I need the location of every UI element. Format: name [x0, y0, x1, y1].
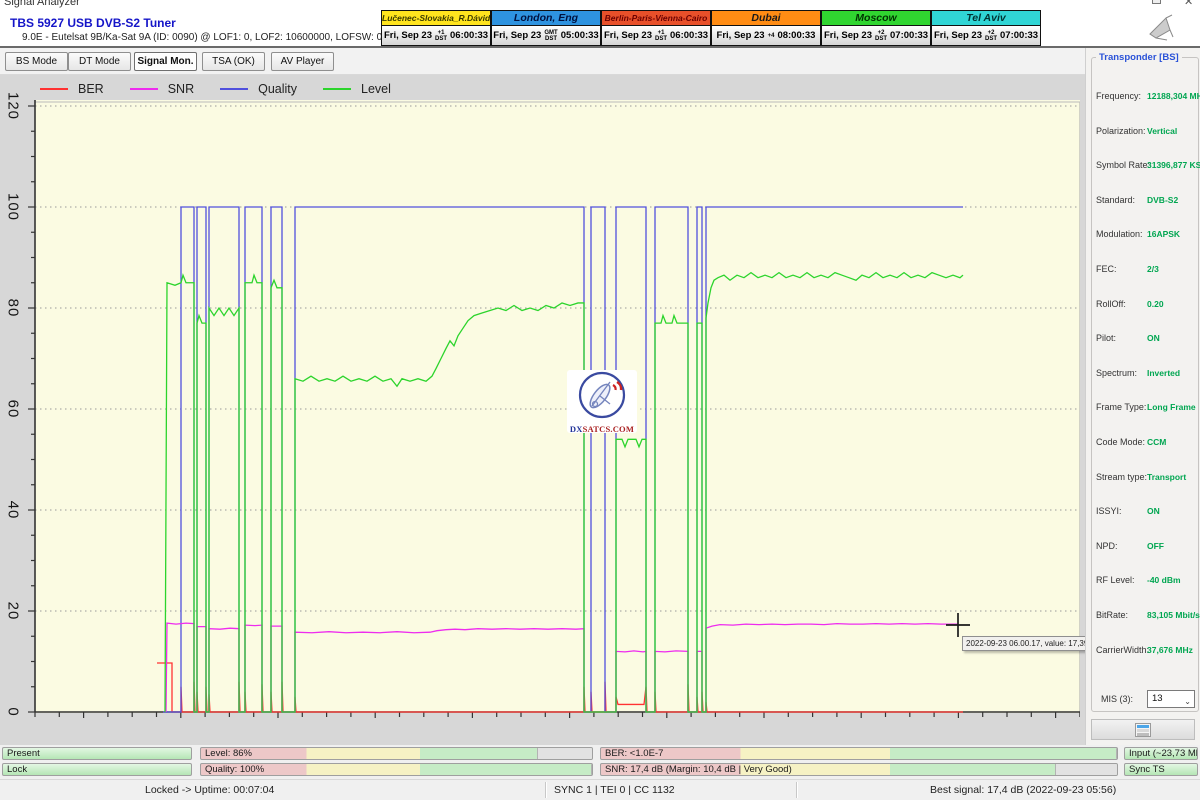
clock-time: Fri, Sep 23+2DST07:00:33 [932, 26, 1040, 45]
field-stream-type: Stream type:Transport [1092, 468, 1198, 503]
tab-av-player[interactable]: AV Player [271, 52, 334, 71]
chart-legend: BER SNR Quality Level [40, 82, 417, 96]
clock-london: London, Eng Fri, Sep 23GMTDST05:00:33 [491, 10, 601, 46]
field-carrier-width: CarrierWidth:37,676 MHz [1092, 641, 1198, 676]
clock-time: Fri, Sep 23+2DST07:00:33 [822, 26, 930, 45]
y-axis-tick-label: 120 [5, 92, 22, 120]
y-axis-tick-label: 100 [5, 193, 22, 221]
series-quality [163, 207, 963, 712]
tab-signal-mon[interactable]: Signal Mon. [134, 52, 197, 71]
chevron-down-icon: ⌄ [1184, 694, 1191, 710]
y-axis-tick-label: 40 [5, 501, 22, 520]
clock-city-label: London, Eng [492, 11, 600, 26]
dxsatcs-logo-icon [570, 370, 634, 420]
tab-tsa[interactable]: TSA (OK) [202, 52, 265, 71]
dxsatcs-logo-text: DXSATCS.COM [567, 425, 637, 434]
tuning-info: 9.0E - Eutelsat 9B/Ka-Sat 9A (ID: 0090) … [22, 32, 382, 43]
ber-line-swatch [40, 88, 68, 90]
field-pilot: Pilot:ON [1092, 329, 1198, 364]
field-spectrum: Spectrum:Inverted [1092, 364, 1198, 399]
legend-item-level: Level [323, 82, 391, 96]
sync-ts-indicator: Sync TS [1124, 763, 1198, 776]
panel-bottom-strip[interactable] [1091, 719, 1195, 740]
ber-bar: BER: <1.0E-7 [600, 747, 1118, 760]
tab-bs-mode[interactable]: BS Mode [5, 52, 68, 71]
y-axis-tick-label: 80 [5, 299, 22, 318]
transponder-fields: Frequency:12188,304 MHz Polarization:Ver… [1092, 87, 1198, 675]
uptime-status: Locked -> Uptime: 00:07:04 [145, 784, 274, 796]
field-bitrate: BitRate:83,105 Mbit/s [1092, 606, 1198, 641]
field-polarization: Polarization:Vertical [1092, 122, 1198, 157]
statusbar-divider [545, 782, 546, 798]
plot-area[interactable] [25, 100, 1080, 718]
quality-line-swatch [220, 88, 248, 90]
field-symbol-rate: Symbol Rate:31396,877 KS/s [1092, 156, 1198, 191]
field-rf-level: RF Level:-40 dBm [1092, 571, 1198, 606]
restore-icon[interactable] [1152, 0, 1161, 4]
statusbar-divider [796, 782, 797, 798]
field-standard: Standard:DVB-S2 [1092, 191, 1198, 226]
clock-time: Fri, Sep 23+408:00:33 [712, 26, 820, 45]
mis-dropdown[interactable]: 13⌄ [1147, 690, 1195, 708]
field-issyi: ISSYI:ON [1092, 502, 1198, 537]
present-indicator: Present [2, 747, 192, 760]
clock-lucenec: Lučenec-Slovakia_R.Dávid Fri, Sep 23+1DS… [381, 10, 491, 46]
snr-line-swatch [130, 88, 158, 90]
mis-label: MIS (3): [1101, 694, 1133, 704]
clock-city-label: Berlin-Paris-Vienna-Cairo [602, 11, 710, 26]
clock-telaviv: Tel Aviv Fri, Sep 23+2DST07:00:33 [931, 10, 1041, 46]
input-indicator: Input (~23,73 Mbps) [1124, 747, 1198, 760]
clock-city-label: Dubai [712, 11, 820, 26]
series-ber [157, 663, 963, 712]
field-rolloff: RollOff:0.20 [1092, 295, 1198, 330]
legend-item-quality: Quality [220, 82, 297, 96]
satellite-dish-icon [1146, 12, 1176, 42]
field-fec: FEC:2/3 [1092, 260, 1198, 295]
transponder-title: Transponder [BS] [1096, 52, 1182, 63]
legend-item-ber: BER [40, 82, 104, 96]
best-signal-status: Best signal: 17,4 dB (2022-09-23 05:56) [930, 784, 1116, 796]
clock-city-label: Lučenec-Slovakia_R.Dávid [382, 11, 490, 26]
legend-item-snr: SNR [130, 82, 194, 96]
field-frame-type: Frame Type:Long Frame [1092, 398, 1198, 433]
window-title: Signal Analyzer [4, 0, 80, 8]
y-axis-tick-label: 0 [5, 707, 22, 716]
field-code-mode: Code Mode:CCM [1092, 433, 1198, 468]
quality-bar: Quality: 100% [200, 763, 593, 776]
sync-status: SYNC 1 | TEI 0 | CC 1132 [554, 784, 675, 796]
clock-city-label: Moscow [822, 11, 930, 26]
snr-bar: SNR: 17,4 dB (Margin: 10,4 dB | Very Goo… [600, 763, 1118, 776]
field-npd: NPD:OFF [1092, 537, 1198, 572]
tab-dt-mode[interactable]: DT Mode [68, 52, 131, 71]
signal-chart[interactable] [25, 100, 1080, 718]
level-line-swatch [323, 88, 351, 90]
clock-time: Fri, Sep 23+1DST06:00:33 [602, 26, 710, 45]
clock-city-label: Tel Aviv [932, 11, 1040, 26]
field-modulation: Modulation:16APSK [1092, 225, 1198, 260]
level-bar: Level: 86% [200, 747, 593, 760]
clock-time: Fri, Sep 23GMTDST05:00:33 [492, 26, 600, 45]
clock-berlin: Berlin-Paris-Vienna-Cairo Fri, Sep 23+1D… [601, 10, 711, 46]
clock-moscow: Moscow Fri, Sep 23+2DST07:00:33 [821, 10, 931, 46]
lock-indicator: Lock [2, 763, 192, 776]
signal-chart-panel: BER SNR Quality Level 0 20 40 60 80 100 120 [0, 75, 1085, 746]
statusbar: Locked -> Uptime: 00:07:04 SYNC 1 | TEI … [0, 779, 1200, 800]
transponder-groupbox: Transponder [BS] Frequency:12188,304 MHz… [1091, 57, 1199, 712]
clock-dubai: Dubai Fri, Sep 23+408:00:33 [711, 10, 821, 46]
clock-time: Fri, Sep 23+1DST06:00:33 [382, 26, 490, 45]
y-axis-tick-label: 60 [5, 400, 22, 419]
device-title: TBS 5927 USB DVB-S2 Tuner [10, 16, 176, 30]
dxsatcs-watermark: DXSATCS.COM [567, 370, 637, 433]
y-axis-tick-label: 20 [5, 602, 22, 621]
status-bars-area: Present Level: 86% BER: <1.0E-7 Input (~… [0, 745, 1200, 779]
series-snr [166, 623, 958, 712]
stream-list-icon [1135, 723, 1151, 737]
series-level [165, 273, 963, 712]
close-icon[interactable]: ✕ [1184, 0, 1193, 8]
tab-bar: BS Mode DT Mode Signal Mon. TSA (OK) AV … [0, 48, 1200, 75]
transponder-panel: Transponder [BS] Frequency:12188,304 MHz… [1085, 48, 1200, 746]
field-frequency: Frequency:12188,304 MHz [1092, 87, 1198, 122]
